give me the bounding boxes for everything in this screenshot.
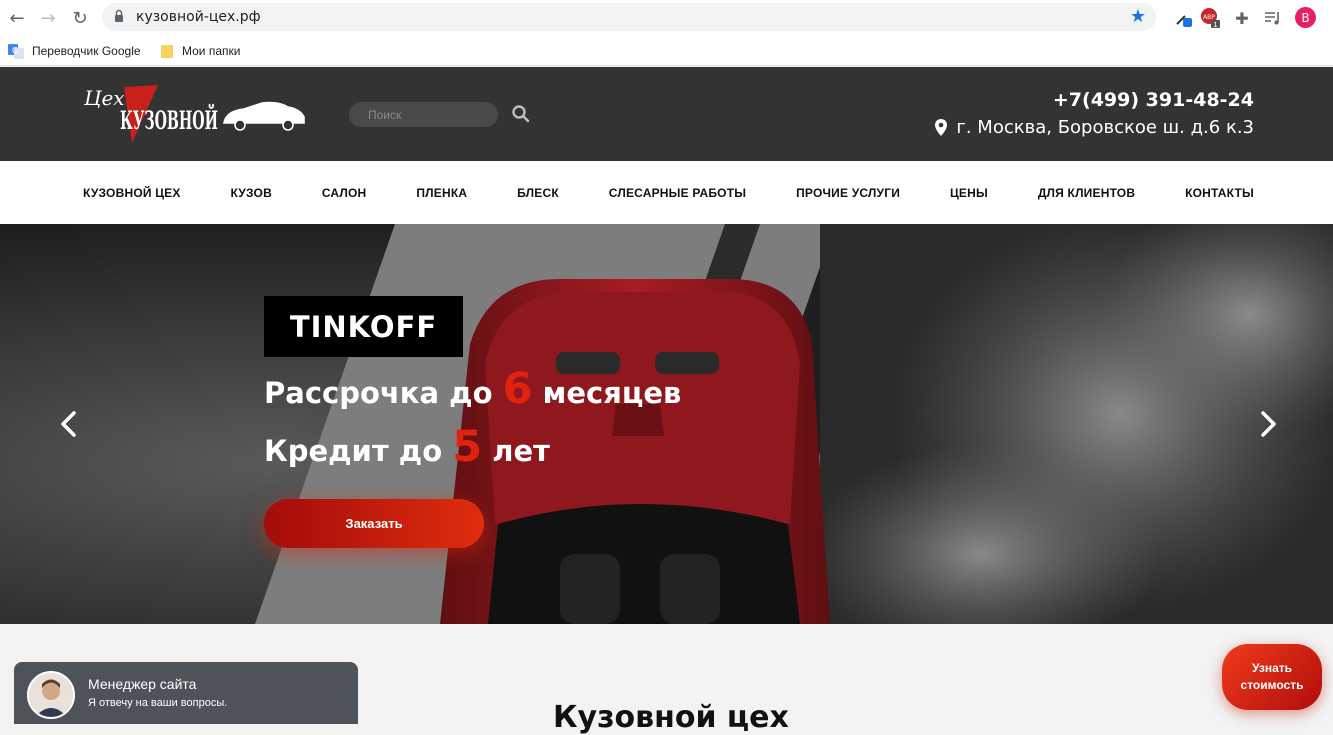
address: г. Москва, Боровское ш. д.6 к.3 [934, 117, 1254, 138]
chat-subtitle: Я отвечу на ваши вопросы. [88, 697, 228, 709]
nav-item-mechanical-works[interactable]: СЛЕСАРНЫЕ РАБОТЫ [609, 186, 746, 200]
nav-item-for-clients[interactable]: ДЛЯ КЛИЕНТОВ [1038, 186, 1135, 200]
adblock-extension-icon[interactable]: ABP 1 [1199, 7, 1221, 29]
car-silhouette-icon [223, 101, 305, 131]
get-price-line2: стоимость [1240, 678, 1304, 692]
svg-text:G: G [12, 46, 18, 55]
tinkoff-brand-badge: TINKOFF [264, 296, 463, 357]
installment-months-number: 6 [502, 364, 533, 414]
address-bar[interactable]: кузовной-цех.рф ★ [102, 3, 1156, 31]
bookmark-folder-my-folders[interactable]: Мои папки [160, 40, 240, 62]
credit-headline: Кредит до 5 лет [264, 422, 550, 472]
credit-text-post: лет [492, 434, 550, 468]
order-button[interactable]: Заказать [264, 499, 484, 548]
bookmark-label: Переводчик Google [32, 44, 141, 58]
chat-widget[interactable]: Менеджер сайта Я отвечу на ваши вопросы. [14, 662, 358, 724]
slider-prev-arrow-icon[interactable] [57, 410, 81, 438]
eyedropper-extension-icon[interactable] [1172, 7, 1194, 29]
get-price-line1: Узнать [1251, 661, 1292, 675]
google-translate-icon: G [8, 44, 24, 59]
nav-item-body[interactable]: КУЗОВ [230, 186, 271, 200]
forward-icon[interactable]: → [36, 6, 60, 30]
site-logo[interactable]: Цех КУЗОВНОЙ [82, 79, 307, 145]
media-control-icon[interactable] [1262, 7, 1284, 29]
bookmark-google-translate[interactable]: G Переводчик Google [8, 40, 141, 62]
nav-item-contacts[interactable]: КОНТАКТЫ [1185, 186, 1254, 200]
map-pin-icon [935, 119, 948, 136]
profile-avatar[interactable]: B [1295, 7, 1316, 28]
bookmark-star-icon[interactable]: ★ [1130, 6, 1146, 27]
nav-item-film[interactable]: ПЛЕНКА [416, 186, 467, 200]
manager-avatar [27, 671, 75, 719]
chat-title: Менеджер сайта [88, 676, 197, 692]
main-navigation: КУЗОВНОЙ ЦЕХ КУЗОВ САЛОН ПЛЕНКА БЛЕСК СЛ… [0, 161, 1333, 224]
credit-years-number: 5 [452, 422, 483, 472]
phone-number[interactable]: +7(499) 391-48-24 [1053, 89, 1254, 111]
site-header: Цех КУЗОВНОЙ +7(499) 391-48-24 г. Москва… [0, 67, 1333, 161]
hero-slider: TINKOFF Рассрочка до 6 месяцев Кредит до… [0, 224, 1333, 624]
logo-small-text: Цех [83, 86, 125, 110]
credit-text-pre: Кредит до [264, 434, 443, 468]
url-text: кузовной-цех.рф [136, 9, 261, 25]
reload-icon[interactable]: ↻ [68, 6, 92, 30]
get-price-button[interactable]: Узнать стоимость [1222, 644, 1322, 710]
address-text: г. Москва, Боровское ш. д.6 к.3 [956, 117, 1254, 138]
adblock-label: ABP [1203, 14, 1215, 21]
folder-icon [161, 45, 173, 58]
hero-background-image [0, 224, 1333, 624]
nav-item-prices[interactable]: ЦЕНЫ [950, 186, 988, 200]
extensions-puzzle-icon[interactable]: ✚ [1231, 7, 1253, 29]
nav-item-other-services[interactable]: ПРОЧИЕ УСЛУГИ [796, 186, 900, 200]
bookmarks-bar: G Переводчик Google Мои папки [0, 36, 1333, 66]
slider-next-arrow-icon[interactable] [1256, 410, 1280, 438]
installment-text-pre: Рассрочка до [264, 376, 493, 410]
installment-headline: Рассрочка до 6 месяцев [264, 364, 681, 414]
bookmark-label: Мои папки [182, 44, 241, 58]
logo-big-text: КУЗОВНОЙ [120, 104, 218, 135]
installment-text-post: месяцев [542, 376, 682, 410]
adblock-count: 1 [1213, 21, 1217, 29]
nav-item-polish[interactable]: БЛЕСК [517, 186, 559, 200]
search-input[interactable] [349, 102, 498, 127]
browser-toolbar: ← → ↻ кузовной-цех.рф ★ ABP 1 ✚ B [0, 0, 1333, 36]
section-title: Кузовной цех [553, 700, 789, 735]
nav-item-interior[interactable]: САЛОН [322, 186, 367, 200]
lock-icon [115, 9, 123, 22]
search-icon[interactable] [511, 104, 531, 124]
back-icon[interactable]: ← [5, 6, 29, 30]
nav-item-body-shop[interactable]: КУЗОВНОЙ ЦЕХ [83, 186, 181, 200]
